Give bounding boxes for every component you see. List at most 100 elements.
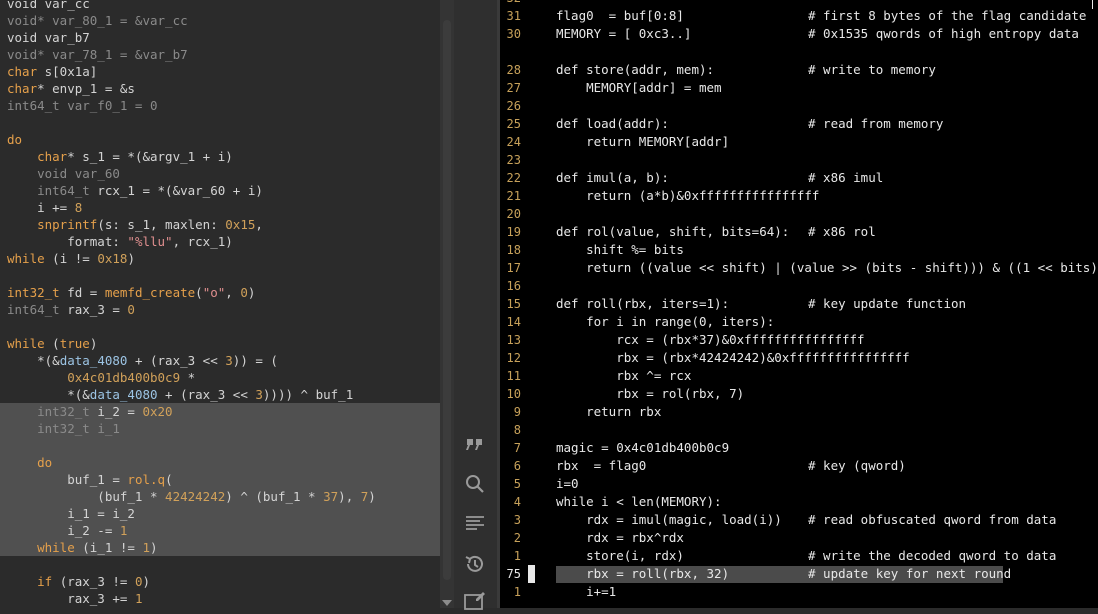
code-line[interactable]: i += 8 xyxy=(0,199,440,216)
line-number: 30 xyxy=(506,27,521,41)
editor-line[interactable]: 22 def imul(a, b): # x86 imul xyxy=(500,169,1098,187)
line-comment: # key (qword) xyxy=(808,458,906,473)
code-line[interactable]: int64_t rcx_1 = *(&var_60 + i) xyxy=(0,182,440,199)
editor-line[interactable]: 11 rbx ^= rcx xyxy=(500,367,1098,385)
editor-line[interactable]: 20 xyxy=(500,205,1098,223)
line-number: 22 xyxy=(506,171,521,185)
code-line[interactable] xyxy=(0,114,440,131)
editor-line[interactable]: 31 flag0 = buf[0:8] # first 8 bytes of the… xyxy=(500,7,1098,25)
editor-line[interactable]: 24 return MEMORY[addr] xyxy=(500,133,1098,151)
code-line[interactable]: int64_t rax_3 = 0 xyxy=(0,301,440,318)
code-token: format: xyxy=(7,234,128,249)
editor-line[interactable]: 13 rcx = (rbx*37)&0xffffffffffffffff xyxy=(500,331,1098,349)
code-line[interactable]: *(&data_4080 + (rax_3 << 3)))) ^ buf_1 xyxy=(0,386,440,403)
code-line[interactable] xyxy=(0,267,440,284)
editor-line[interactable]: 25 def load(addr): # read from memory xyxy=(500,115,1098,133)
code-line[interactable] xyxy=(0,318,440,335)
code-line[interactable]: if (rax_3 != 0) xyxy=(0,573,440,590)
code-token: ) xyxy=(89,336,98,351)
editor-line[interactable]: 17 return ((value << shift) | (value >> … xyxy=(500,259,1098,277)
history-icon[interactable] xyxy=(462,551,488,577)
code-line[interactable]: int32_t i_1 xyxy=(0,420,440,437)
code-line[interactable]: void* var_78_1 = &var_b7 xyxy=(0,46,440,63)
code-line[interactable]: buf_1 = rol.q( xyxy=(0,471,440,488)
code-line[interactable]: while (i != 0x18) xyxy=(0,250,440,267)
editor-line[interactable]: 14 for i in range(0, iters): xyxy=(500,313,1098,331)
code-line[interactable]: do xyxy=(0,131,440,148)
code-line[interactable] xyxy=(0,437,440,454)
editor-line[interactable]: 7 magic = 0x4c01db400b0c9 xyxy=(500,439,1098,457)
editor-line[interactable]: 23 xyxy=(500,151,1098,169)
scroll-down-arrow-icon[interactable] xyxy=(442,600,452,606)
code-line[interactable]: format: "%llu", rcx_1) xyxy=(0,233,440,250)
code-line[interactable]: while (true) xyxy=(0,335,440,352)
editor-line[interactable]: 5 i=0 xyxy=(500,475,1098,493)
text-lines-icon[interactable] xyxy=(462,511,488,537)
code-token: ( xyxy=(165,472,173,487)
editor-line[interactable]: 30 MEMORY = [ 0xc3..] # 0x1535 qwords of h… xyxy=(500,25,1098,43)
quote-icon[interactable] xyxy=(462,431,488,457)
code-token: i += xyxy=(7,200,75,215)
editor-line[interactable]: 19 def rol(value, shift, bits=64): # x86 r… xyxy=(500,223,1098,241)
left-scroll-thumb[interactable] xyxy=(443,20,451,580)
code-token: do xyxy=(37,455,53,470)
editor-line[interactable]: 15 def roll(rbx, iters=1): # key update fu… xyxy=(500,295,1098,313)
code-token: 0x15 xyxy=(225,217,256,232)
line-number: 2 xyxy=(513,531,521,545)
editor-line[interactable]: 1 i+=1 xyxy=(500,583,1098,601)
code-line[interactable]: 0x4c01db400b0c9 * xyxy=(0,369,440,386)
code-line[interactable]: int64_t var_f0_1 = 0 xyxy=(0,97,440,114)
editor-line[interactable]: 10 rbx = rol(rbx, 7) xyxy=(500,385,1098,403)
code-line[interactable] xyxy=(0,556,440,573)
search-icon[interactable] xyxy=(462,471,488,497)
editor-line[interactable]: 9 return rbx xyxy=(500,403,1098,421)
code-line[interactable]: void var_b7 xyxy=(0,29,440,46)
code-line[interactable]: void var_60 xyxy=(0,165,440,182)
code-line[interactable]: rax_3 += 1 xyxy=(0,590,440,607)
code-line[interactable]: int32_t i_2 = 0x20 xyxy=(0,403,440,420)
editor-line[interactable]: 21 return (a*b)&0xffffffffffffffff xyxy=(500,187,1098,205)
decompiler-pane[interactable]: void var_cc void* var_80_1 = &var_cc void … xyxy=(0,0,440,608)
editor-line[interactable]: 26 xyxy=(500,97,1098,115)
editor-line[interactable]: 12 rbx = (rbx*42424242)&0xffffffffffffff… xyxy=(500,349,1098,367)
line-comment: # first 8 bytes of the flag candidate xyxy=(808,8,1087,23)
editor-line[interactable]: 8 xyxy=(500,421,1098,439)
code-line[interactable]: char* s_1 = *(&argv_1 + i) xyxy=(0,148,440,165)
code-token: (rax_3 != xyxy=(52,574,135,589)
code-token: char xyxy=(7,81,38,96)
code-line[interactable]: *(&data_4080 + (rax_3 << 3)) = ( xyxy=(0,352,440,369)
code-line[interactable]: void* var_80_1 = &var_cc xyxy=(0,12,440,29)
editor-line[interactable] xyxy=(500,43,1098,61)
current-editor-line[interactable]: 75 rbx = roll(rbx, 32) # update key for n… xyxy=(500,565,1098,583)
line-comment: # write to memory xyxy=(808,62,936,77)
code-line[interactable]: char* envp_1 = &s xyxy=(0,80,440,97)
code-line[interactable]: do xyxy=(0,454,440,471)
editor-line[interactable]: 27 MEMORY[addr] = mem xyxy=(500,79,1098,97)
editor-line[interactable]: 16 xyxy=(500,277,1098,295)
code-token: int32_t i_1 xyxy=(37,421,120,436)
code-line[interactable]: int32_t fd = memfd_create("o", 0) xyxy=(0,284,440,301)
code-line[interactable]: void var_cc xyxy=(0,0,440,12)
image-edit-icon[interactable] xyxy=(462,588,488,614)
line-number: 17 xyxy=(506,261,521,275)
code-line[interactable]: snprintf(s: s_1, maxlen: 0x15, xyxy=(0,216,440,233)
editor-line[interactable]: 28 def store(addr, mem): # write to memory xyxy=(500,61,1098,79)
code-line[interactable]: i_2 -= 1 xyxy=(0,522,440,539)
editor-line[interactable]: 18 shift %= bits xyxy=(500,241,1098,259)
code-line[interactable]: i_1 = i_2 xyxy=(0,505,440,522)
line-code: return MEMORY[addr] xyxy=(556,134,730,149)
code-token: snprintf xyxy=(37,217,98,232)
editor-line[interactable]: 32 xyxy=(500,0,1098,7)
editor-line[interactable]: 3 rdx = imul(magic, load(i)) # read obfus… xyxy=(500,511,1098,529)
editor-line[interactable]: 6 rbx = flag0 # key (qword) xyxy=(500,457,1098,475)
editor-line[interactable]: 4 while i < len(MEMORY): xyxy=(500,493,1098,511)
code-line[interactable]: char s[0x1a] xyxy=(0,63,440,80)
code-line[interactable]: while (i_1 != 1) xyxy=(0,539,440,556)
editor-line[interactable]: 2 rdx = rbx^rdx xyxy=(500,529,1098,547)
left-scrollbar[interactable] xyxy=(440,0,454,608)
editor-line[interactable]: 1 store(i, rdx) # write the decoded qword… xyxy=(500,547,1098,565)
editor-pane[interactable]: 3231flag0 = buf[0:8]# first 8 bytes of t… xyxy=(500,0,1098,608)
code-line[interactable]: (buf_1 * 42424242) ^ (buf_1 * 37), 7) xyxy=(0,488,440,505)
